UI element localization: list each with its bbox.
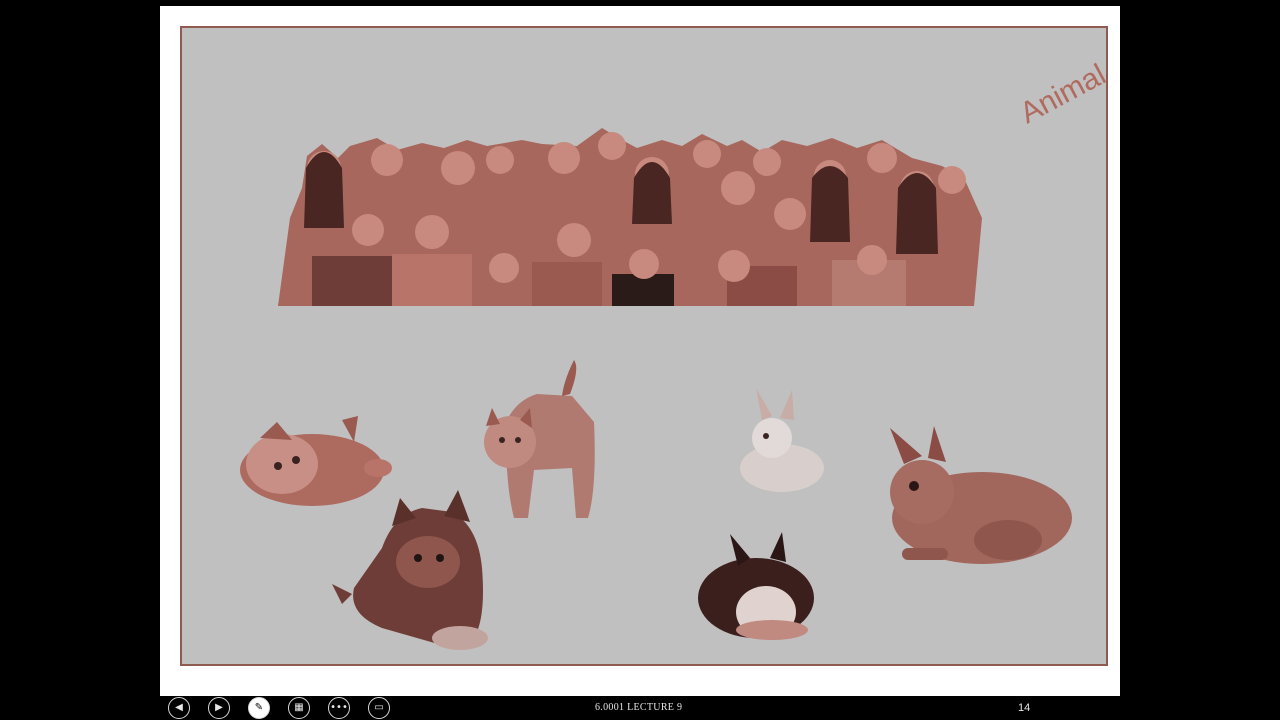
next-slide-button[interactable]: ▶ [208, 697, 230, 719]
ellipsis-icon: ••• [330, 702, 348, 713]
rabbit-image [740, 388, 824, 492]
slideshow-control-bar: ◀ ▶ ✎ ▦ ••• ▭ 6.0001 LECTURE 9 14 [160, 696, 1120, 720]
display-settings-button[interactable]: ▭ [368, 697, 390, 719]
kitten-image [240, 416, 392, 506]
slide-artwork [240, 128, 1072, 650]
slide: Animal [180, 26, 1108, 666]
slide-page: Animal [160, 6, 1120, 696]
people-group-image [278, 128, 982, 306]
more-options-button[interactable]: ••• [328, 697, 350, 719]
kitten-image [332, 490, 488, 650]
monitor-icon: ▭ [374, 702, 384, 713]
slide-number: 14 [1018, 702, 1031, 714]
rabbit-image [698, 532, 814, 640]
kitten-image [484, 360, 595, 518]
chevron-right-icon: ▶ [215, 702, 223, 713]
chevron-left-icon: ◀ [175, 702, 183, 713]
rabbit-image [890, 426, 1072, 564]
see-all-slides-button[interactable]: ▦ [288, 697, 310, 719]
pen-icon: ✎ [254, 702, 264, 713]
grid-icon: ▦ [294, 702, 304, 713]
previous-slide-button[interactable]: ◀ [168, 697, 190, 719]
pen-tool-button[interactable]: ✎ [248, 697, 270, 719]
lecture-label: 6.0001 LECTURE 9 [595, 702, 683, 713]
